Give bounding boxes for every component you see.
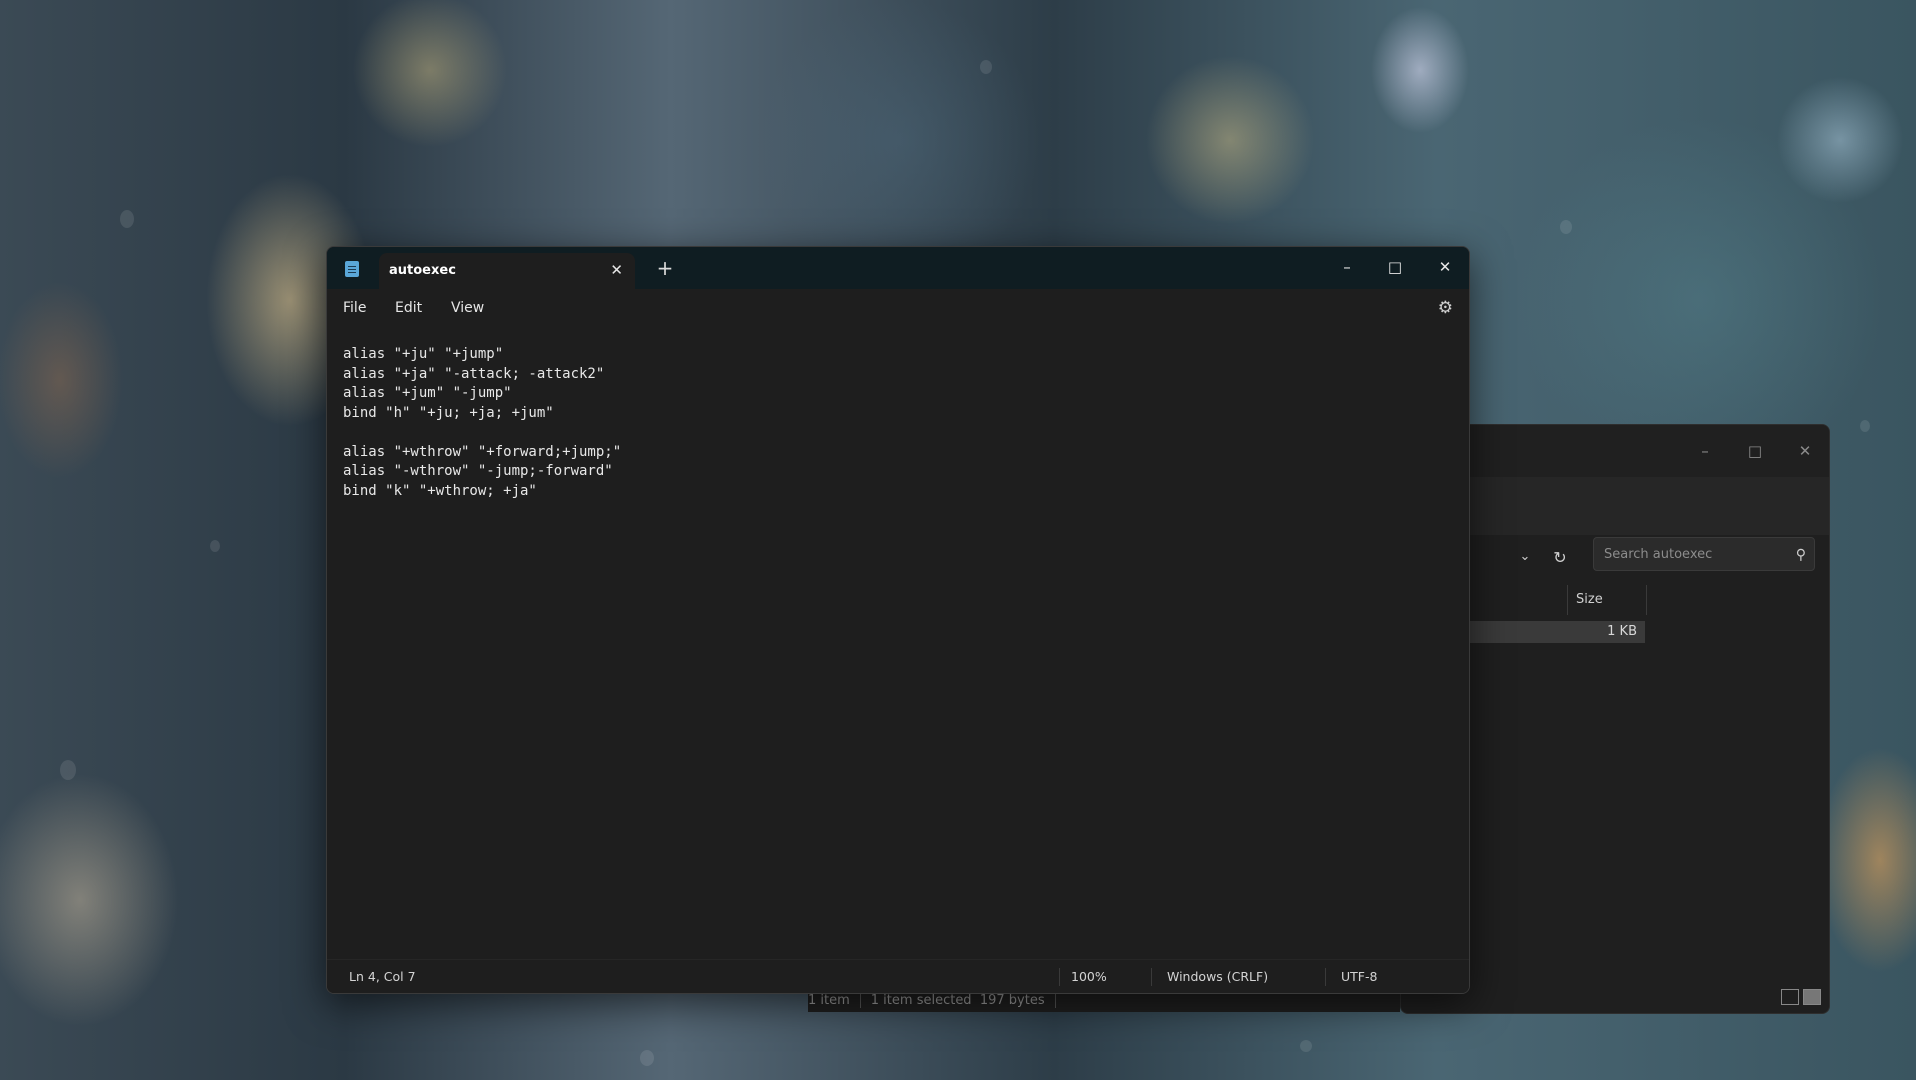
notepad-icon bbox=[345, 261, 359, 277]
notepad-titlebar[interactable]: autoexec ✕ + – □ ✕ bbox=[327, 247, 1469, 289]
search-placeholder: Search autoexec bbox=[1604, 547, 1712, 562]
status-bar: Ln 4, Col 7 100% Windows (CRLF) UTF-8 bbox=[327, 959, 1469, 994]
menu-bar: File Edit View ⚙ bbox=[327, 289, 1469, 327]
notepad-window[interactable]: autoexec ✕ + – □ ✕ File Edit View ⚙ alia… bbox=[326, 246, 1470, 994]
chevron-down-icon[interactable]: ⌄ bbox=[1515, 547, 1535, 567]
explorer-maximize-icon[interactable]: □ bbox=[1735, 439, 1775, 463]
status-item-count: 1 item bbox=[808, 993, 850, 1008]
gear-icon[interactable]: ⚙ bbox=[1438, 289, 1453, 327]
column-header-size[interactable]: Size bbox=[1567, 585, 1647, 615]
close-icon[interactable]: ✕ bbox=[1423, 253, 1467, 281]
explorer-search-input[interactable]: Search autoexec ⚲ bbox=[1593, 537, 1815, 571]
new-tab-plus-icon[interactable]: + bbox=[653, 255, 677, 281]
menu-edit[interactable]: Edit bbox=[395, 289, 422, 327]
refresh-icon[interactable]: ↻ bbox=[1549, 547, 1571, 569]
status-encoding[interactable]: UTF-8 bbox=[1341, 960, 1377, 994]
explorer-close-icon[interactable]: ✕ bbox=[1785, 439, 1825, 463]
status-bytes: 197 bytes bbox=[980, 993, 1045, 1008]
text-editor[interactable]: alias "+ju" "+jump" alias "+ja" "-attack… bbox=[327, 327, 1469, 959]
menu-file[interactable]: File bbox=[343, 289, 366, 327]
file-size: 1 KB bbox=[1607, 621, 1637, 643]
details-view-icon[interactable] bbox=[1781, 989, 1799, 1005]
menu-view[interactable]: View bbox=[451, 289, 484, 327]
editor-content[interactable]: alias "+ju" "+jump" alias "+ja" "-attack… bbox=[327, 327, 1469, 501]
view-toggle bbox=[1781, 989, 1821, 1005]
status-selected: 1 item selected bbox=[871, 993, 972, 1008]
tab-autoexec[interactable]: autoexec ✕ bbox=[379, 253, 635, 289]
minimize-icon[interactable]: – bbox=[1325, 253, 1369, 281]
tab-close-icon[interactable]: ✕ bbox=[610, 253, 623, 287]
tiles-view-icon[interactable] bbox=[1803, 989, 1821, 1005]
explorer-minimize-icon[interactable]: – bbox=[1685, 439, 1725, 463]
tab-title: autoexec bbox=[389, 253, 456, 289]
maximize-icon[interactable]: □ bbox=[1373, 253, 1417, 281]
status-zoom[interactable]: 100% bbox=[1071, 960, 1107, 994]
search-icon[interactable]: ⚲ bbox=[1796, 538, 1806, 572]
status-cursor-position[interactable]: Ln 4, Col 7 bbox=[349, 960, 416, 994]
status-line-ending[interactable]: Windows (CRLF) bbox=[1167, 960, 1268, 994]
